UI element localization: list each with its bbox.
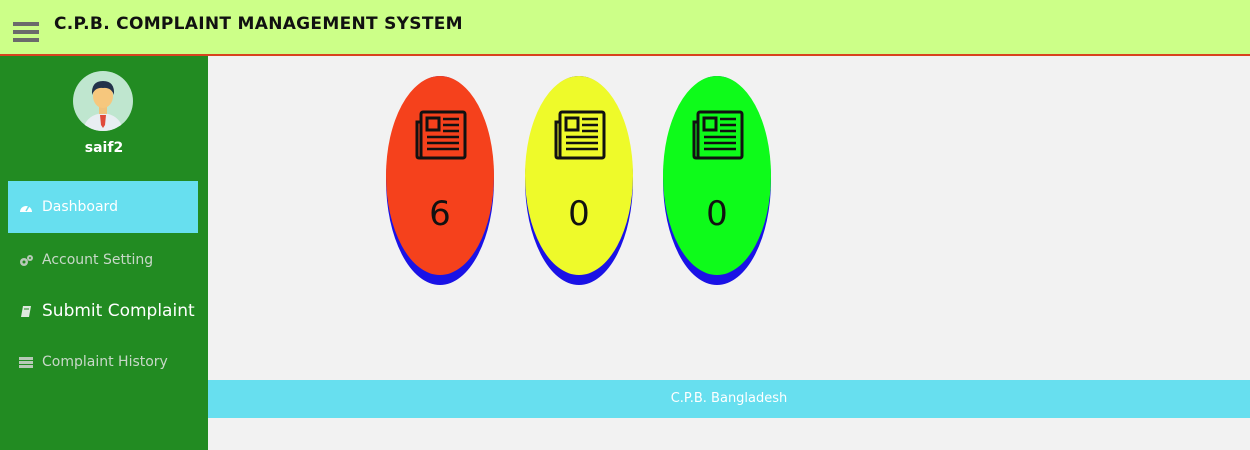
sidebar-item-label: Submit Complaint	[42, 301, 195, 321]
sidebar-item-dashboard[interactable]: Dashboard	[8, 181, 198, 233]
list-icon	[18, 354, 34, 370]
sidebar-item-submit-complaint[interactable]: Submit Complaint	[8, 285, 198, 337]
menu-toggle-icon[interactable]	[13, 22, 39, 42]
dashboard-icon	[18, 199, 34, 215]
username: saif2	[84, 140, 124, 156]
newspaper-icon	[554, 110, 606, 160]
stat-card-total[interactable]: 6	[386, 76, 494, 285]
gears-icon	[18, 252, 34, 268]
sidebar-item-label: Account Setting	[42, 252, 154, 268]
book-icon	[18, 303, 34, 319]
newspaper-icon	[692, 110, 744, 160]
footer-text: C.P.B. Bangladesh	[670, 391, 788, 406]
stat-card-pending[interactable]: 0	[525, 76, 633, 285]
footer: C.P.B. Bangladesh	[208, 380, 1250, 418]
stat-count: 0	[568, 194, 590, 234]
sidebar-item-label: Dashboard	[42, 199, 118, 215]
sidebar-item-complaint-history[interactable]: Complaint History	[8, 336, 198, 388]
sidebar-item-label: Complaint History	[42, 354, 168, 370]
sidebar: saif2 Dashboard Account Setting Submit C…	[0, 56, 208, 450]
stat-count: 0	[706, 194, 728, 234]
sidebar-item-account-setting[interactable]: Account Setting	[8, 234, 198, 286]
avatar	[73, 71, 133, 131]
app-title: C.P.B. COMPLAINT MANAGEMENT SYSTEM	[54, 14, 463, 34]
stat-count: 6	[429, 194, 451, 234]
top-header: C.P.B. COMPLAINT MANAGEMENT SYSTEM	[0, 0, 1250, 56]
newspaper-icon	[415, 110, 467, 160]
stat-card-solved[interactable]: 0	[663, 76, 771, 285]
